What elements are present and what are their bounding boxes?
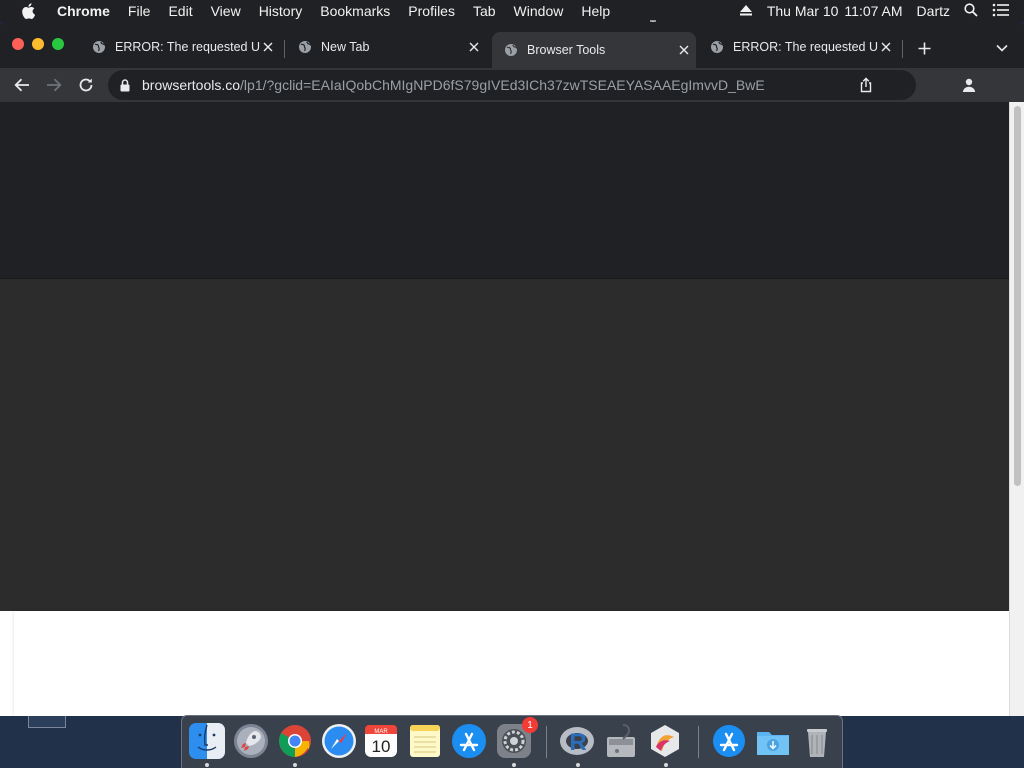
lock-icon[interactable] [120, 78, 132, 92]
finder-icon[interactable] [188, 722, 226, 760]
running-indicator [664, 763, 668, 767]
app-store-folder-icon[interactable] [710, 722, 748, 760]
launchpad-icon[interactable] [232, 722, 270, 760]
running-indicator [576, 763, 580, 767]
close-window-button[interactable] [12, 38, 24, 50]
page-hero-band [0, 278, 1009, 611]
disk-utility-icon[interactable] [602, 722, 640, 760]
system-preferences-icon[interactable]: 1 [495, 717, 538, 760]
svg-text:R: R [569, 729, 586, 756]
running-indicator [293, 763, 297, 767]
running-indicator [205, 763, 209, 767]
notification-badge: 1 [522, 717, 538, 733]
tab-search-chevron-down-icon[interactable] [992, 38, 1012, 58]
macos-menu-bar: Chrome File Edit View History Bookmarks … [0, 0, 1024, 22]
tab-title: ERROR: The requested U [115, 40, 260, 54]
minimize-window-button[interactable] [32, 38, 44, 50]
menu-tab[interactable]: Tab [464, 3, 505, 19]
tab-new-tab[interactable]: New Tab [286, 32, 486, 62]
menu-app-chrome[interactable]: Chrome [48, 3, 119, 19]
tab-title: Browser Tools [527, 43, 606, 57]
notes-icon[interactable] [406, 722, 444, 760]
menu-view[interactable]: View [202, 3, 250, 19]
tab-browser-tools[interactable]: Browser Tools [492, 32, 696, 68]
control-center-icon[interactable] [992, 3, 1010, 20]
menu-help[interactable]: Help [572, 3, 619, 19]
menubar-clock[interactable]: Thu Mar 10 11:07 AM [767, 3, 903, 19]
globe-icon [92, 40, 106, 54]
share-icon[interactable] [858, 77, 874, 93]
address-bar[interactable]: browsertools.co /lp1/?gclid=EAIaIQobChMI… [108, 70, 916, 100]
safari-icon[interactable] [320, 722, 358, 760]
page-content [0, 102, 1024, 716]
profile-avatar-icon[interactable] [955, 71, 983, 99]
menu-profiles[interactable]: Profiles [399, 3, 464, 19]
back-arrow-icon[interactable] [8, 71, 36, 99]
globe-icon [298, 40, 312, 54]
downloads-folder-icon[interactable] [754, 722, 792, 760]
forward-arrow-icon[interactable] [40, 71, 68, 99]
r-app-icon[interactable]: R [558, 722, 596, 760]
new-tab-plus-icon[interactable] [914, 38, 934, 58]
trash-icon[interactable] [798, 722, 836, 760]
menu-window[interactable]: Window [505, 3, 573, 19]
menu-edit[interactable]: Edit [159, 3, 201, 19]
calendar-icon[interactable]: MAR 10 [362, 722, 400, 760]
url-host: browsertools.co [142, 77, 241, 93]
app-store-icon[interactable] [450, 722, 488, 760]
tab-title: ERROR: The requested U [733, 40, 878, 54]
globe-icon [710, 40, 724, 54]
close-tab-icon[interactable] [878, 39, 894, 55]
calendar-day: 10 [372, 737, 391, 756]
menu-history[interactable]: History [250, 3, 312, 19]
menubar-user[interactable]: Dartz [917, 3, 950, 19]
calendar-month: MAR [374, 729, 388, 735]
grapher-icon[interactable] [646, 722, 684, 760]
menu-bookmarks[interactable]: Bookmarks [311, 3, 399, 19]
tab-error-1[interactable]: ERROR: The requested U [80, 32, 280, 62]
tab-title: New Tab [321, 40, 370, 54]
chrome-window: ERROR: The requested U New Tab Browser T… [0, 22, 1024, 716]
url-path: /lp1/?gclid=EAIaIQobChMIgNPD6fS79gIVEd3I… [240, 77, 765, 93]
fullscreen-window-button[interactable] [52, 38, 64, 50]
eject-icon[interactable] [739, 3, 753, 19]
browser-toolbar: browsertools.co /lp1/?gclid=EAIaIQobChMI… [0, 68, 1024, 102]
tab-separator [902, 40, 903, 58]
menubar-time: 11:07 AM [844, 3, 903, 19]
scrollbar-thumb[interactable] [1014, 106, 1021, 486]
content-card [14, 611, 1009, 716]
spotlight-search-icon[interactable] [964, 2, 978, 20]
page-header-band [0, 102, 1009, 278]
tab-strip: ERROR: The requested U New Tab Browser T… [0, 22, 1024, 68]
running-indicator [512, 763, 516, 767]
close-tab-icon[interactable] [466, 39, 482, 55]
page-scrollbar[interactable] [1009, 102, 1024, 716]
dock-separator [698, 726, 699, 758]
close-tab-icon[interactable] [260, 39, 276, 55]
tab-error-2[interactable]: ERROR: The requested U [698, 32, 898, 62]
chrome-icon[interactable] [276, 722, 314, 760]
apple-menu-icon[interactable] [20, 3, 36, 19]
macos-dock: MAR 10 1 R [181, 715, 843, 768]
desktop-window-edge [28, 716, 66, 728]
globe-icon [504, 43, 518, 57]
window-controls [12, 38, 64, 50]
menu-file[interactable]: File [119, 3, 160, 19]
tab-separator [284, 40, 285, 58]
dock-separator [546, 726, 547, 758]
menubar-date: Thu Mar 10 [766, 3, 839, 19]
reload-icon[interactable] [72, 71, 100, 99]
close-tab-icon[interactable] [676, 42, 692, 58]
